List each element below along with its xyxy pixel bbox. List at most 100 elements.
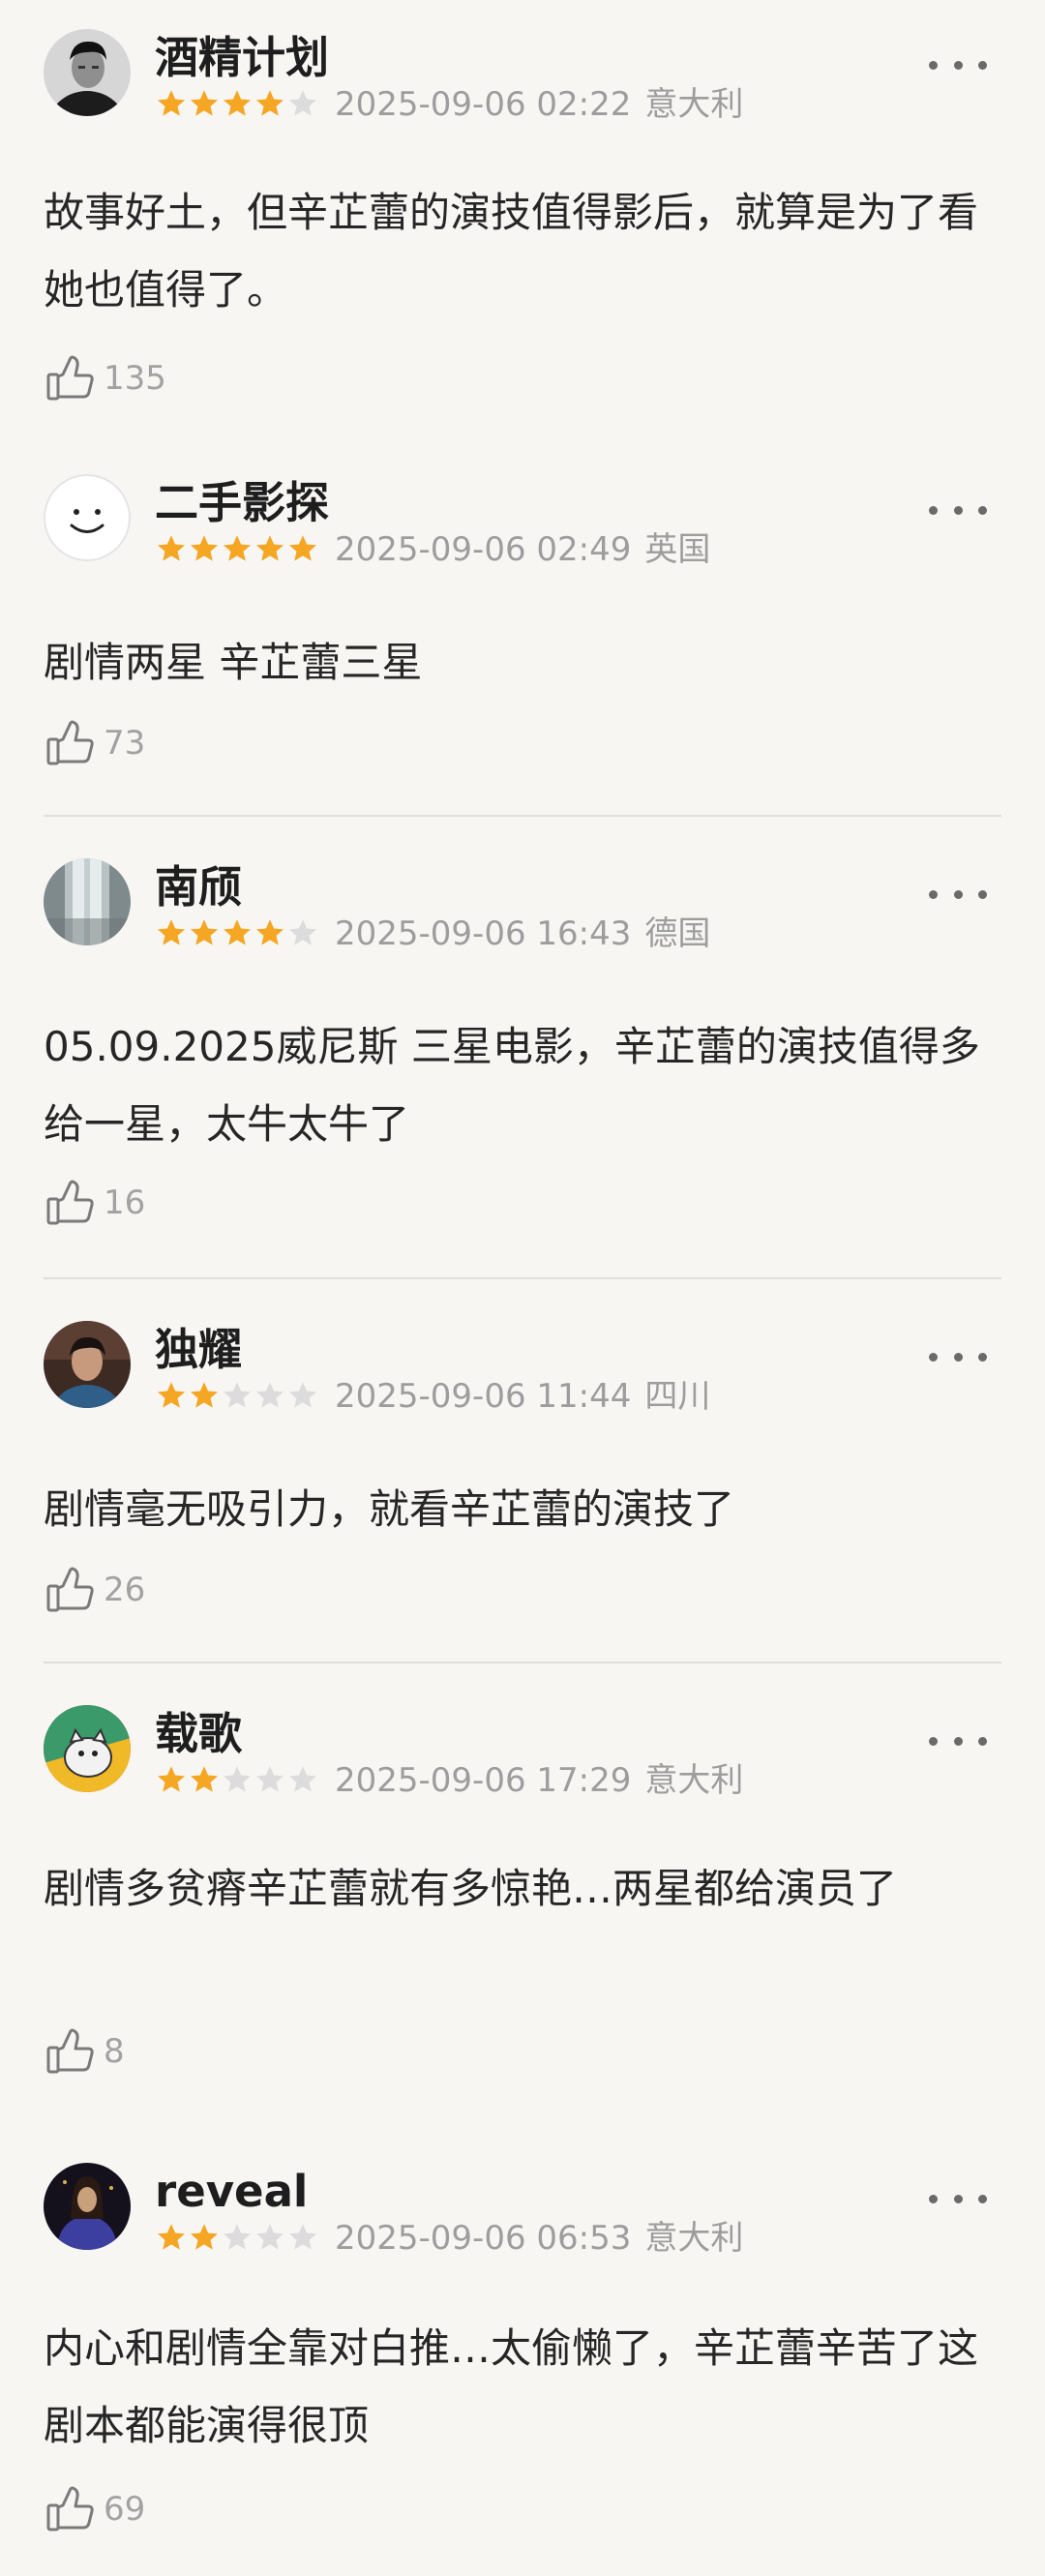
review-date: 2025-09-06 11:44 (335, 1377, 632, 1416)
like-button[interactable]: 69 (44, 2482, 145, 2536)
avatar[interactable] (44, 2163, 131, 2250)
more-options-icon[interactable] (929, 1726, 987, 1755)
star-rating (155, 533, 319, 566)
review-meta: 2025-09-06 16:43 德国 (155, 914, 710, 953)
review-item: 载歌 2025-09-06 17:29 意大利 剧情多贫瘠辛芷蕾就有多惊艳…两星… (0, 1705, 1045, 2131)
star-rating (155, 88, 319, 121)
review-date: 2025-09-06 02:22 (335, 85, 632, 124)
star-icon (254, 1380, 286, 1413)
star-icon (188, 88, 221, 121)
more-options-icon[interactable] (929, 1342, 987, 1371)
review-location: 意大利 (644, 2219, 744, 2258)
thumbs-up-icon (44, 716, 98, 770)
divider (44, 1277, 1001, 1279)
more-options-icon[interactable] (929, 50, 987, 79)
avatar[interactable] (44, 1705, 131, 1792)
avatar[interactable] (44, 474, 131, 561)
star-icon (155, 1764, 188, 1797)
star-icon (188, 1764, 221, 1797)
like-button[interactable]: 8 (44, 2024, 125, 2079)
star-icon (155, 917, 188, 950)
star-icon (286, 2222, 319, 2255)
review-location: 意大利 (644, 85, 744, 124)
thumbs-up-icon (44, 1176, 98, 1230)
star-icon (254, 88, 286, 121)
review-item: 南颀 2025-09-06 16:43 德国 05.09.2025威尼斯 三星电… (0, 858, 1045, 1265)
review-meta: 2025-09-06 17:29 意大利 (155, 1761, 743, 1800)
like-count: 73 (104, 724, 146, 763)
review-location: 四川 (644, 1377, 711, 1416)
star-icon (188, 533, 221, 566)
review-content: 故事好土，但辛芷蕾的演技值得影后，就算是为了看她也值得了。 (44, 189, 979, 314)
star-rating (155, 1380, 319, 1413)
star-icon (221, 88, 254, 121)
review-item: 独耀 2025-09-06 11:44 四川 剧情毫无吸引力，就看辛芷蕾的演技了… (0, 1321, 1045, 1650)
star-icon (221, 533, 254, 566)
divider (44, 815, 1001, 817)
star-icon (254, 533, 286, 566)
more-options-icon[interactable] (929, 495, 987, 524)
avatar[interactable] (44, 858, 131, 945)
like-count: 135 (104, 359, 166, 398)
review-item: 二手影探 2025-09-06 02:49 英国 剧情两星 辛芷蕾三星 73 (0, 474, 1045, 813)
star-icon (155, 88, 188, 121)
star-icon (286, 533, 319, 566)
star-icon (188, 917, 221, 950)
review-location: 意大利 (644, 1761, 744, 1800)
star-icon (155, 2222, 188, 2255)
username[interactable]: 二手影探 (155, 474, 329, 532)
review-meta: 2025-09-06 11:44 四川 (155, 1377, 710, 1416)
review-meta: 2025-09-06 06:53 意大利 (155, 2219, 743, 2258)
review-content: 剧情多贫瘠辛芷蕾就有多惊艳…两星都给演员了 (44, 1865, 898, 1912)
username[interactable]: 酒精计划 (155, 29, 329, 87)
star-icon (155, 533, 188, 566)
like-count: 69 (104, 2490, 146, 2529)
star-icon (254, 1764, 286, 1797)
star-icon (254, 917, 286, 950)
star-icon (254, 2222, 286, 2255)
review-location: 英国 (644, 530, 711, 569)
star-icon (188, 2222, 221, 2255)
review-content: 内心和剧情全靠对白推…太偷懒了，辛芷蕾辛苦了这剧本都能演得很顶 (44, 2324, 979, 2449)
star-rating (155, 917, 319, 950)
review-meta: 2025-09-06 02:49 英国 (155, 530, 710, 569)
thumbs-up-icon (44, 1563, 98, 1617)
star-icon (286, 1380, 319, 1413)
like-count: 16 (104, 1183, 146, 1222)
review-content: 剧情两星 辛芷蕾三星 (44, 639, 423, 686)
more-options-icon[interactable] (929, 2184, 987, 2213)
username[interactable]: 南颀 (155, 858, 242, 916)
review-location: 德国 (644, 914, 711, 953)
like-count: 8 (104, 2032, 125, 2071)
star-icon (221, 917, 254, 950)
star-icon (221, 1764, 254, 1797)
star-rating (155, 2222, 319, 2255)
star-icon (188, 1380, 221, 1413)
thumbs-up-icon (44, 351, 98, 405)
like-button[interactable]: 135 (44, 351, 166, 405)
star-rating (155, 1764, 319, 1797)
star-icon (286, 917, 319, 950)
review-content: 剧情毫无吸引力，就看辛芷蕾的演技了 (44, 1485, 735, 1533)
like-button[interactable]: 73 (44, 716, 145, 770)
like-count: 26 (104, 1571, 146, 1609)
star-icon (286, 88, 319, 121)
review-meta: 2025-09-06 02:22 意大利 (155, 85, 743, 124)
username[interactable]: 独耀 (155, 1321, 242, 1379)
review-date: 2025-09-06 17:29 (335, 1761, 632, 1800)
star-icon (221, 2222, 254, 2255)
like-button[interactable]: 16 (44, 1176, 145, 1230)
star-icon (155, 1380, 188, 1413)
star-icon (286, 1764, 319, 1797)
more-options-icon[interactable] (929, 880, 987, 909)
review-item: 酒精计划 2025-09-06 02:22 意大利 故事好土，但辛芷蕾的演技值得… (0, 29, 1045, 455)
like-button[interactable]: 26 (44, 1563, 145, 1617)
username[interactable]: reveal (155, 2163, 308, 2221)
star-icon (221, 1380, 254, 1413)
avatar[interactable] (44, 29, 131, 116)
avatar[interactable] (44, 1321, 131, 1408)
username[interactable]: 载歌 (155, 1705, 242, 1763)
review-content: 05.09.2025威尼斯 三星电影，辛芷蕾的演技值得多给一星，太牛太牛了 (44, 1023, 980, 1148)
review-date: 2025-09-06 16:43 (335, 914, 632, 953)
review-item: reveal 2025-09-06 06:53 意大利 内心和剧情全靠对白推…太… (0, 2163, 1045, 2569)
